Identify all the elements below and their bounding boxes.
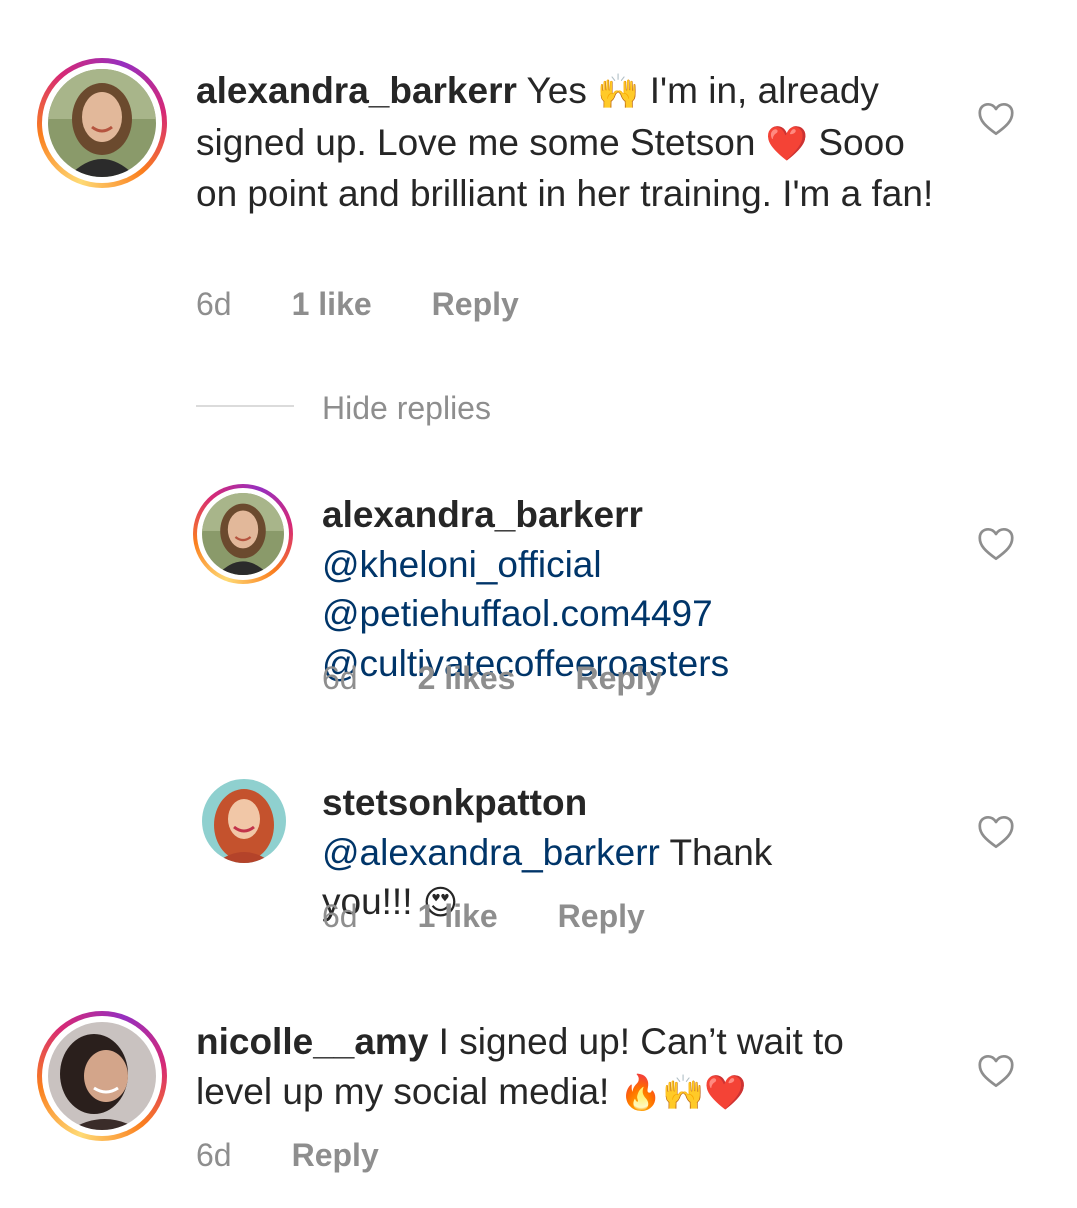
reply-button[interactable]: Reply bbox=[292, 1137, 379, 1174]
mention-link[interactable]: @petiehuffaol.com4497 bbox=[322, 593, 713, 634]
timestamp: 6d bbox=[322, 660, 358, 696]
hide-replies-button[interactable]: Hide replies bbox=[322, 390, 491, 427]
likes-count[interactable]: 1 like bbox=[418, 898, 498, 935]
reply-text: alexandra_barkerr @kheloni_official @pet… bbox=[322, 490, 932, 688]
replies-divider bbox=[196, 405, 294, 407]
comment-meta: 6d 1 like Reply bbox=[196, 286, 519, 323]
red-heart-emoji: ❤️ bbox=[765, 123, 809, 164]
profile-photo-icon bbox=[48, 69, 156, 177]
username[interactable]: alexandra_barkerr bbox=[322, 494, 643, 535]
username[interactable]: alexandra_barkerr bbox=[196, 70, 517, 111]
username[interactable]: nicolle__amy bbox=[196, 1021, 428, 1062]
mention-link[interactable]: @alexandra_barkerr bbox=[322, 832, 660, 873]
reply-button[interactable]: Reply bbox=[575, 660, 662, 697]
comment-meta: 6d Reply bbox=[196, 1137, 379, 1174]
reply-button[interactable]: Reply bbox=[432, 286, 519, 323]
reply-meta: 6d 1 like Reply bbox=[322, 898, 645, 935]
mention-link[interactable]: @kheloni_official bbox=[322, 544, 602, 585]
comment-text: alexandra_barkerr Yes 🙌 I'm in, already … bbox=[196, 70, 934, 214]
timestamp: 6d bbox=[322, 898, 358, 934]
profile-photo-icon bbox=[202, 493, 284, 575]
profile-photo-icon bbox=[48, 1022, 156, 1130]
comment-text: nicolle__amy I signed up! Can’t wait to … bbox=[196, 1021, 844, 1113]
reply-meta: 6d 2 likes Reply bbox=[322, 660, 663, 697]
avatar[interactable] bbox=[37, 58, 167, 188]
timestamp: 6d bbox=[196, 1137, 232, 1173]
reply-button[interactable]: Reply bbox=[558, 898, 645, 935]
fire-raised-hands-heart-emoji: 🔥🙌❤️ bbox=[619, 1072, 747, 1113]
heart-outline-icon[interactable] bbox=[977, 527, 1015, 561]
raised-hands-emoji: 🙌 bbox=[597, 72, 640, 112]
avatar[interactable] bbox=[37, 1011, 167, 1141]
profile-photo-icon bbox=[202, 779, 286, 863]
avatar[interactable] bbox=[202, 779, 286, 863]
timestamp: 6d bbox=[196, 286, 232, 322]
avatar[interactable] bbox=[193, 484, 293, 584]
username[interactable]: stetsonkpatton bbox=[322, 782, 587, 823]
heart-outline-icon[interactable] bbox=[977, 815, 1015, 849]
likes-count[interactable]: 2 likes bbox=[418, 660, 516, 697]
heart-outline-icon[interactable] bbox=[977, 102, 1015, 136]
heart-outline-icon[interactable] bbox=[977, 1054, 1015, 1088]
likes-count[interactable]: 1 like bbox=[292, 286, 372, 323]
